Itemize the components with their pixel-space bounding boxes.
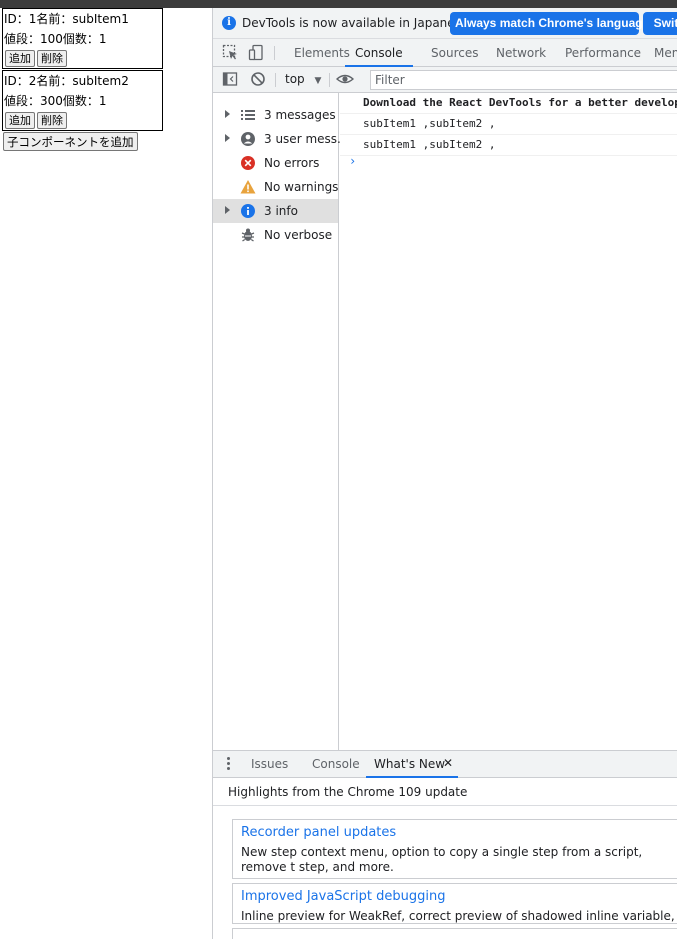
devtools-tabstrip: Elements Console Sources Network Perform… [213, 39, 677, 67]
inspect-element-icon[interactable] [222, 44, 239, 61]
close-icon[interactable]: ✕ [443, 756, 453, 770]
item-button-row: 追加 削除 [5, 50, 67, 67]
dropdown-arrow-icon: ▼ [314, 76, 322, 86]
tab-elements[interactable]: Elements [294, 39, 350, 67]
sidebar-item-label: 3 messages [264, 108, 336, 122]
switch-language-button[interactable]: Switch [643, 12, 677, 35]
sub-item-card: ID：2名前：subItem2 値段：300個数：1 追加 削除 [2, 70, 163, 131]
browser-top-edge [0, 0, 677, 8]
console-output: Download the React DevTools for a better… [340, 93, 677, 750]
add-button[interactable]: 追加 [5, 112, 35, 129]
sidebar-item-label: No errors [264, 156, 320, 170]
item-id-name: ID：2名前：subItem2 [4, 74, 129, 88]
context-label: top [285, 72, 305, 86]
live-expression-eye-icon[interactable] [336, 71, 354, 87]
feature-card-description: New step context menu, option to copy a … [241, 845, 643, 874]
drawer-tabstrip: Issues Console What's New ✕ [213, 750, 677, 778]
context-selector[interactable]: top ▼ [285, 72, 321, 86]
whats-new-panel: Highlights from the Chrome 109 update Re… [213, 778, 677, 939]
tab-sources[interactable]: Sources [431, 39, 478, 67]
tab-network[interactable]: Network [496, 39, 546, 67]
error-icon [241, 156, 255, 170]
drawer-tab-issues[interactable]: Issues [251, 751, 288, 778]
drawer-tab-console[interactable]: Console [312, 751, 360, 778]
console-prompt[interactable]: › [349, 154, 356, 168]
console-sidebar: 3 messages 3 user mess... No errors No w… [213, 93, 348, 750]
add-child-component-button[interactable]: 子コンポーネントを追加 [3, 132, 138, 151]
list-icon [241, 110, 255, 120]
sidebar-item-label: 3 user mess... [264, 132, 349, 146]
sidebar-item-warnings[interactable]: No warnings [213, 175, 338, 199]
expand-arrow-icon[interactable] [225, 110, 230, 118]
info-icon [241, 204, 255, 218]
feature-card-title-link[interactable]: Improved JavaScript debugging [241, 889, 445, 904]
more-options-icon[interactable] [227, 757, 231, 773]
console-toolbar: top ▼ [213, 67, 677, 93]
sub-item-card: ID：1名前：subItem1 値段：100個数：1 追加 削除 [2, 8, 163, 69]
sidebar-item-info[interactable]: 3 info [213, 199, 338, 223]
sidebar-item-verbose[interactable]: No verbose [213, 223, 338, 247]
info-icon: i [222, 16, 236, 30]
tab-memory[interactable]: Mem [654, 39, 677, 67]
item-price-count: 値段：300個数：1 [4, 94, 107, 108]
clear-console-icon[interactable] [250, 71, 266, 87]
feature-card-title-link[interactable]: Recorder panel updates [241, 825, 396, 840]
sidebar-item-user-messages[interactable]: 3 user mess... [213, 127, 348, 151]
item-button-row: 追加 削除 [5, 112, 67, 129]
feature-card [232, 928, 677, 939]
user-icon [241, 132, 255, 146]
console-message: subItem1 ,subItem2 , [340, 114, 677, 135]
item-price-count: 値段：100個数：1 [4, 32, 107, 46]
sidebar-item-label: 3 info [264, 204, 298, 218]
devtools-panel: i DevTools is now available in Japanese!… [212, 8, 677, 939]
warning-icon [240, 180, 256, 194]
sidebar-item-messages[interactable]: 3 messages [213, 103, 338, 127]
console-message: subItem1 ,subItem2 , [340, 135, 677, 156]
tab-console[interactable]: Console [345, 39, 413, 67]
language-infobar: i DevTools is now available in Japanese!… [213, 8, 677, 39]
infobar-message: DevTools is now available in Japanese! [242, 16, 474, 30]
toolbar-divider [275, 73, 276, 87]
device-toolbar-icon[interactable] [248, 44, 265, 61]
feature-card: Improved JavaScript debugging Inline pre… [232, 883, 677, 924]
toolbar-divider [329, 73, 330, 87]
feature-card-description: Inline preview for WeakRef, correct prev… [241, 909, 677, 923]
feature-card: Recorder panel updates New step context … [232, 819, 677, 879]
item-id-name: ID：1名前：subItem1 [4, 12, 129, 26]
console-message: Download the React DevTools for a better… [340, 93, 677, 114]
tab-performance[interactable]: Performance [565, 39, 641, 67]
divider [213, 805, 677, 806]
console-filter-input[interactable] [370, 70, 677, 90]
sidebar-item-label: No verbose [264, 228, 333, 242]
drawer-tab-label: What's New [374, 757, 446, 771]
always-match-language-button[interactable]: Always match Chrome's language [450, 12, 649, 35]
tab-divider [274, 46, 275, 60]
sidebar-toggle-icon[interactable] [222, 71, 238, 87]
delete-button[interactable]: 削除 [37, 50, 67, 67]
bug-icon [241, 228, 255, 242]
expand-arrow-icon[interactable] [225, 206, 230, 214]
highlights-heading: Highlights from the Chrome 109 update [228, 785, 468, 799]
sidebar-item-label: No warnings [264, 180, 339, 194]
delete-button[interactable]: 削除 [37, 112, 67, 129]
expand-arrow-icon[interactable] [225, 134, 230, 142]
sidebar-item-errors[interactable]: No errors [213, 151, 338, 175]
page-viewport: ID：1名前：subItem1 値段：100個数：1 追加 削除 ID：2名前：… [0, 8, 212, 939]
add-button[interactable]: 追加 [5, 50, 35, 67]
